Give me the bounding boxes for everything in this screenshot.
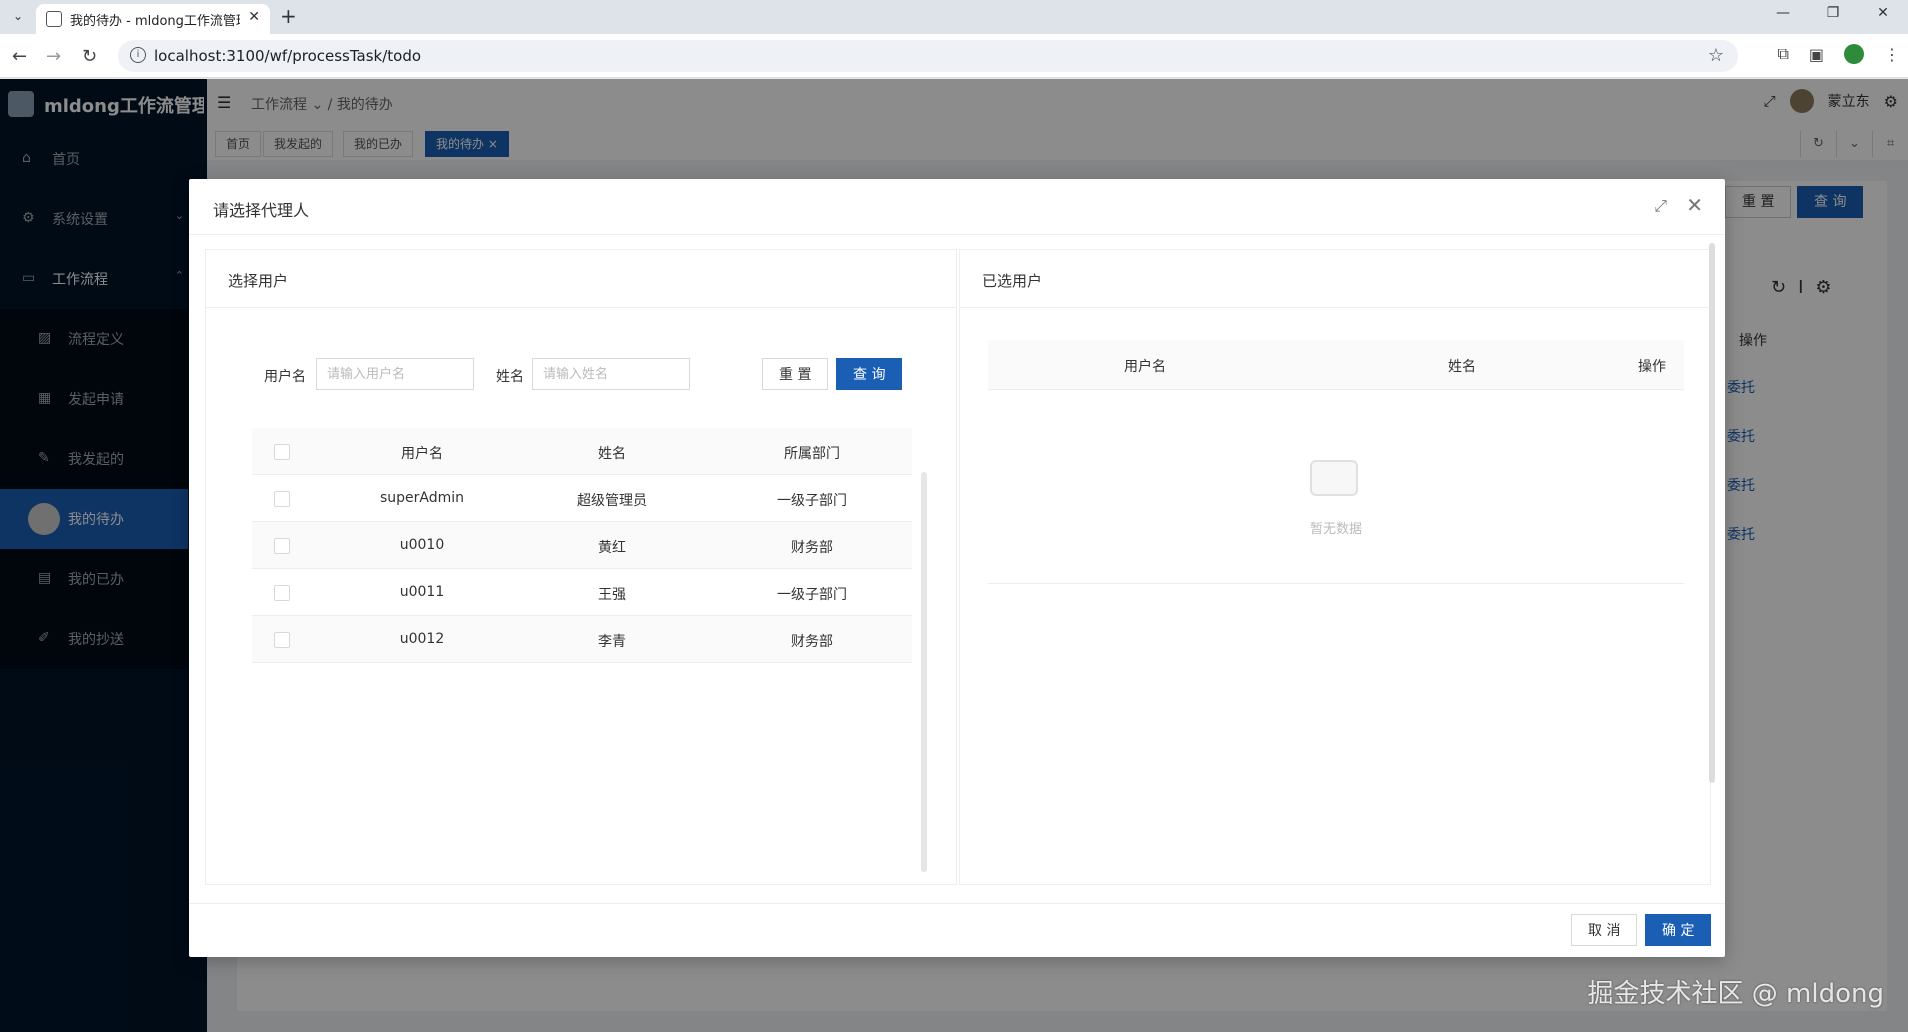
fullscreen-icon[interactable]: ⤢ [1654,196,1667,216]
username-label: 用户名 [264,369,306,385]
row-checkbox[interactable] [274,585,290,601]
cell-department: 一级子部门 [777,587,847,603]
modal-body: 选择用户 用户名 姓名 重 置 查 询 用户名 姓名 所属部门 [189,235,1725,885]
table-row[interactable]: u0011 王强 一级子部门 [252,569,912,616]
reload-icon[interactable]: ↻ [82,46,97,67]
cell-username: u0011 [399,584,445,600]
column-username: 用户名 [401,446,443,462]
window-close-icon[interactable]: ✕ [1858,0,1908,34]
select-delegate-modal: 请选择代理人 ⤢ ✕ 选择用户 用户名 姓名 重 置 查 询 用户名 姓名 [189,179,1725,957]
url-field[interactable]: i localhost:3100/wf/processTask/todo ☆ [118,40,1738,72]
table-scrollbar[interactable] [921,472,927,872]
reset-button[interactable]: 重 置 [762,358,829,390]
table-header-row: 用户名 姓名 操作 [988,340,1684,390]
panel-title: 选择用户 [228,272,289,290]
username-input[interactable] [316,358,474,390]
new-tab-plus-icon[interactable]: + [280,4,297,28]
panel-header: 选择用户 [206,250,956,308]
table-row[interactable]: u0010 黄红 财务部 [252,522,912,569]
panel-title: 已选用户 [982,272,1043,290]
modal-title: 请选择代理人 [213,201,310,220]
forward-arrow-icon[interactable]: → [46,46,61,67]
browser-tab-title: 我的待办 - mldong工作流管理 [70,14,240,29]
column-name: 姓名 [1448,359,1476,375]
selected-user-panel: 已选用户 用户名 姓名 操作 暂无数据 [959,249,1711,885]
select-user-panel: 选择用户 用户名 姓名 重 置 查 询 用户名 姓名 所属部门 [205,249,957,885]
user-search-form: 用户名 姓名 重 置 查 询 [206,358,958,392]
minimize-icon[interactable]: — [1758,0,1808,34]
site-info-icon[interactable]: i [130,47,146,63]
name-label: 姓名 [496,369,524,385]
side-panel-icon[interactable]: ▣ [1809,45,1824,64]
tab-search-chevron-icon[interactable]: ⌄ [8,6,28,26]
cell-name: 超级管理员 [577,493,647,509]
table-header-row: 用户名 姓名 所属部门 [252,428,912,475]
select-all-checkbox[interactable] [274,444,290,460]
url-text: localhost:3100/wf/processTask/todo [154,47,422,65]
modal-header: 请选择代理人 ⤢ ✕ [189,179,1725,235]
empty-text: 暂无数据 [1309,522,1362,537]
cell-name: 李青 [598,634,626,650]
cell-department: 一级子部门 [777,493,847,509]
modal-footer: 取 消 确 定 [189,903,1725,957]
browser-address-bar: ← → ↻ i localhost:3100/wf/processTask/to… [0,34,1908,78]
browser-menu-icon[interactable]: ⋮ [1884,45,1900,64]
cell-name: 黄红 [598,540,626,556]
empty-inbox-icon [1310,460,1358,496]
column-username: 用户名 [1124,359,1166,375]
profile-avatar-icon[interactable] [1844,44,1864,64]
browser-tab[interactable]: 我的待办 - mldong工作流管理 ✕ [36,4,270,34]
cell-username: superAdmin [379,490,465,506]
window-controls: — ❐ ✕ [1758,0,1908,34]
cell-department: 财务部 [791,634,833,650]
user-table: 用户名 姓名 所属部门 superAdmin 超级管理员 一级子部门 u0010… [252,428,912,663]
panel-header: 已选用户 [960,250,1710,308]
cell-username: u0012 [399,631,445,647]
confirm-button[interactable]: 确 定 [1645,914,1712,946]
query-button[interactable]: 查 询 [836,358,903,390]
cell-username: u0010 [399,537,445,553]
extensions-icon[interactable]: ⧉ [1777,44,1788,64]
column-action: 操作 [1638,359,1666,375]
watermark: 掘金技术社区 @ mldong [1587,979,1884,1009]
cell-name: 王强 [598,587,626,603]
row-checkbox[interactable] [274,538,290,554]
table-row[interactable]: u0012 李青 财务部 [252,616,912,663]
tab-close-icon[interactable]: ✕ [248,9,260,25]
browser-tab-bar: ⌄ 我的待办 - mldong工作流管理 ✕ + — ❐ ✕ [0,0,1908,34]
back-arrow-icon[interactable]: ← [12,46,27,67]
restore-icon[interactable]: ❐ [1808,0,1858,34]
column-name: 姓名 [598,446,626,462]
bookmark-star-icon[interactable]: ☆ [1708,45,1724,66]
table-row[interactable]: superAdmin 超级管理员 一级子部门 [252,475,912,522]
page-favicon-icon [46,11,62,27]
cancel-button[interactable]: 取 消 [1571,914,1638,946]
column-department: 所属部门 [784,446,840,462]
modal-scrollbar[interactable] [1709,243,1715,783]
row-checkbox[interactable] [274,491,290,507]
row-checkbox[interactable] [274,632,290,648]
close-icon[interactable]: ✕ [1686,193,1703,217]
browser-toolbar-icons: ⧉ ▣ ⋮ [1777,44,1900,64]
name-input[interactable] [532,358,690,390]
selected-user-table: 用户名 姓名 操作 暂无数据 [988,340,1684,584]
cell-department: 财务部 [791,540,833,556]
